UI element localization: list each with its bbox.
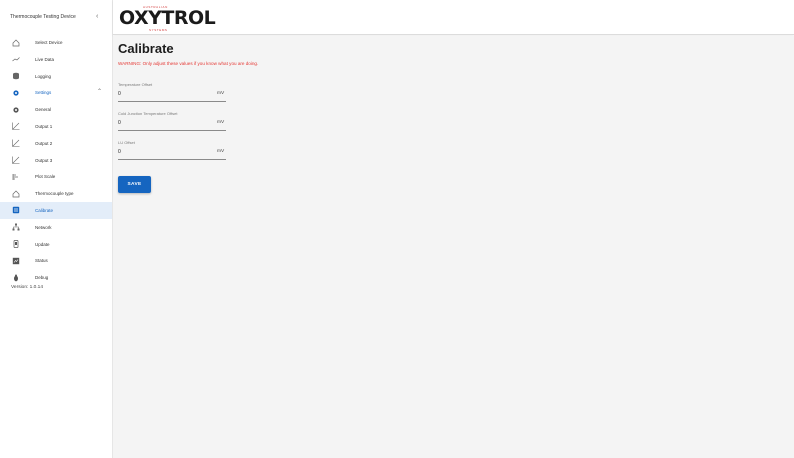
sidebar-item-label: Logging: [35, 73, 52, 79]
field-value[interactable]: 0: [118, 120, 121, 126]
sidebar-item-output-1[interactable]: Output 1: [0, 118, 112, 135]
save-button[interactable]: SAVE: [118, 176, 151, 193]
field-label: Cold Junction Temperature Offset: [118, 111, 178, 116]
trend-icon: [11, 122, 20, 131]
field-value[interactable]: 0: [118, 149, 121, 155]
home-icon: [11, 189, 20, 198]
sidebar-item-live-data[interactable]: Live Data: [0, 51, 112, 68]
sidebar-item-output-3[interactable]: Output 3: [0, 152, 112, 169]
field-unit: mV: [217, 91, 225, 96]
sidebar-item-network[interactable]: Network: [0, 219, 112, 236]
sidebar-item-label: Live Data: [35, 56, 55, 62]
line-chart-icon: [11, 55, 20, 64]
field-unit: mV: [217, 120, 225, 125]
sidebar-item-label: Plot Scale: [35, 174, 56, 180]
sidebar: Thermocouple Testing Device ‹ Select Dev…: [0, 0, 113, 458]
trend-icon: [11, 139, 20, 148]
sidebar-item-output-2[interactable]: Output 2: [0, 135, 112, 152]
sidebar-item-label: Network: [35, 224, 52, 230]
sidebar-header: Thermocouple Testing Device ‹: [0, 0, 112, 34]
sidebar-item-status[interactable]: Status: [0, 252, 112, 269]
field-label: Temperature Offset: [118, 82, 153, 87]
chevron-left-icon[interactable]: ‹: [96, 13, 98, 20]
sidebar-item-label: Update: [35, 241, 50, 247]
page-title: Calibrate: [118, 41, 174, 56]
trend-icon: [11, 156, 20, 165]
sidebar-item-label: Settings: [35, 90, 52, 96]
field-label: LU Offset: [118, 140, 135, 145]
device-icon: [11, 240, 20, 249]
scale-icon: [11, 172, 20, 181]
chevron-up-icon[interactable]: ⌃: [97, 89, 102, 95]
sidebar-item-label: Status: [35, 258, 48, 264]
status-icon: [11, 256, 20, 265]
temperature-offset-field[interactable]: Temperature Offset 0 mV: [118, 82, 226, 102]
bug-icon: [11, 273, 20, 282]
sidebar-item-label: Output 3: [35, 157, 53, 163]
sidebar-item-select-device[interactable]: Select Device: [0, 34, 112, 51]
database-icon: [11, 72, 20, 81]
calibrate-icon: [11, 206, 20, 215]
warning-text: WARNING: Only adjust these values if you…: [118, 61, 259, 66]
version-label: Version: 1.0.14: [11, 285, 44, 290]
sidebar-item-general[interactable]: General: [0, 101, 112, 118]
sidebar-item-update[interactable]: Update: [0, 236, 112, 253]
cold-junction-offset-field[interactable]: Cold Junction Temperature Offset 0 mV: [118, 111, 226, 131]
logo-brand-text: OXYTROL: [119, 7, 216, 29]
field-unit: mV: [217, 149, 225, 154]
lu-offset-field[interactable]: LU Offset 0 mV: [118, 140, 226, 160]
sidebar-item-settings[interactable]: Settings ⌃: [0, 84, 112, 101]
gear-icon: [11, 88, 20, 97]
sidebar-item-calibrate[interactable]: Calibrate: [0, 201, 112, 219]
sidebar-item-label: Thermocouple type: [35, 191, 74, 197]
network-icon: [11, 223, 20, 232]
home-icon: [11, 38, 20, 47]
top-bar: AUSTRALIAN OXYTROL SYSTEMS: [113, 0, 794, 35]
main-content: Calibrate WARNING: Only adjust these val…: [113, 36, 794, 458]
brand-logo: AUSTRALIAN OXYTROL SYSTEMS: [119, 3, 216, 33]
field-value[interactable]: 0: [118, 91, 121, 97]
sidebar-item-label: General: [35, 107, 52, 113]
sidebar-item-plot-scale[interactable]: Plot Scale: [0, 168, 112, 185]
sidebar-item-label: Debug: [35, 275, 49, 281]
sidebar-item-label: Output 1: [35, 123, 53, 129]
sidebar-item-thermocouple-type[interactable]: Thermocouple type: [0, 185, 112, 202]
gear-icon: [11, 105, 20, 114]
logo-bottom-text: SYSTEMS: [149, 28, 168, 32]
app-title: Thermocouple Testing Device: [10, 14, 76, 20]
sidebar-item-label: Calibrate: [35, 207, 54, 213]
sidebar-item-label: Output 2: [35, 140, 53, 146]
sidebar-item-label: Select Device: [35, 40, 63, 45]
sidebar-item-logging[interactable]: Logging: [0, 68, 112, 85]
sidebar-item-debug[interactable]: Debug: [0, 269, 112, 286]
